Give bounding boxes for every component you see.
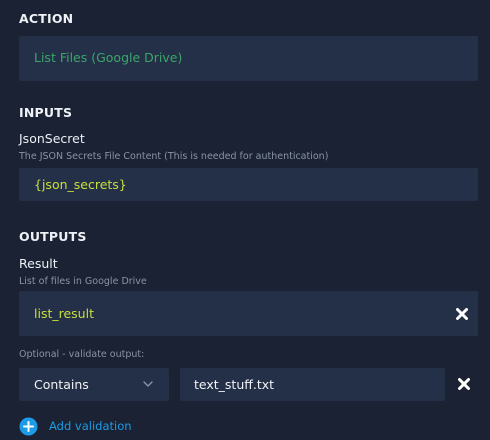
jsonsecret-input[interactable]: {json_secrets} <box>19 168 478 201</box>
close-icon[interactable] <box>457 377 471 391</box>
validation-operator-value: Contains <box>34 377 89 392</box>
outputs-header: OUTPUTS <box>19 229 87 244</box>
close-icon[interactable] <box>455 307 469 321</box>
result-value: list_result <box>34 306 94 321</box>
jsonsecret-value: {json_secrets} <box>34 177 127 192</box>
validation-label: Optional - validate output: <box>19 349 145 360</box>
add-validation-button[interactable]: Add validation <box>19 416 132 436</box>
result-input[interactable]: list_result <box>19 291 478 336</box>
jsonsecret-description: The JSON Secrets File Content (This is n… <box>19 151 329 162</box>
validation-operator-select[interactable]: Contains <box>19 368 169 401</box>
inputs-header: INPUTS <box>19 105 73 120</box>
action-select[interactable]: List Files (Google Drive) <box>19 36 478 81</box>
result-description: List of files in Google Drive <box>19 276 147 287</box>
chevron-down-icon <box>143 380 153 388</box>
action-value: List Files (Google Drive) <box>34 50 183 65</box>
validation-value-input[interactable]: text_stuff.txt <box>180 368 445 401</box>
add-validation-label: Add validation <box>49 419 132 433</box>
validation-value: text_stuff.txt <box>194 377 275 392</box>
result-label: Result <box>19 256 58 271</box>
action-header: ACTION <box>19 11 74 26</box>
plus-circle-icon <box>19 417 38 436</box>
jsonsecret-label: JsonSecret <box>19 131 85 146</box>
